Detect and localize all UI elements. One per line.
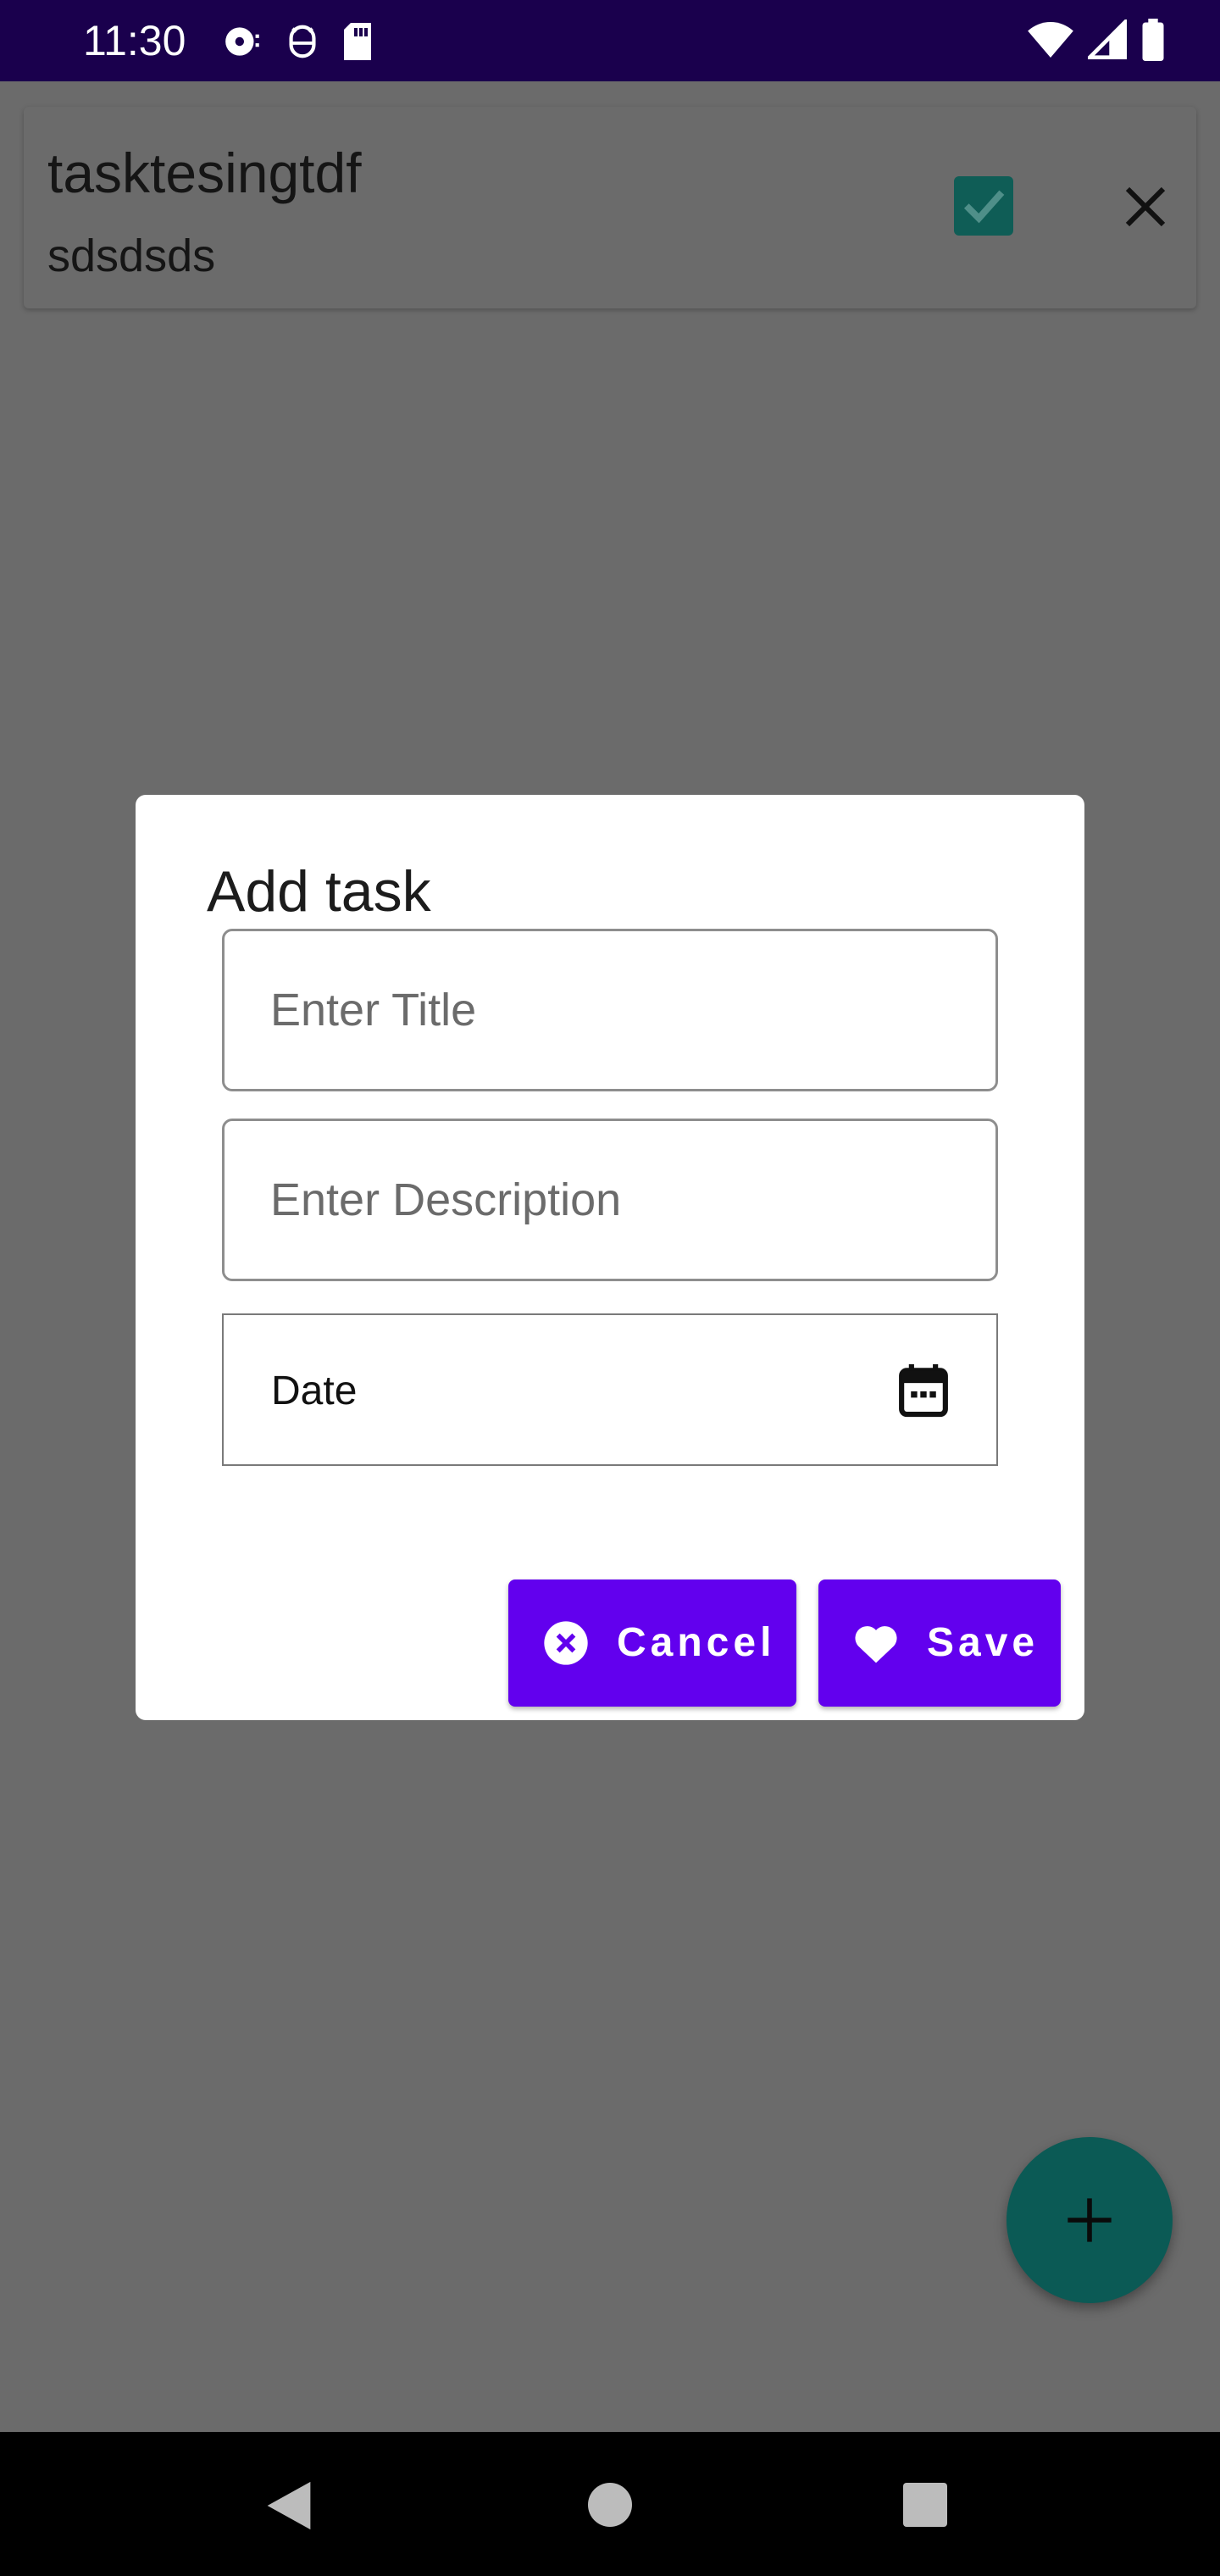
media-notification-icon <box>225 27 259 56</box>
dialog-title: Add task <box>207 859 431 924</box>
home-button[interactable] <box>588 2483 632 2527</box>
check-icon <box>963 190 1005 224</box>
description-field[interactable] <box>222 1119 998 1281</box>
status-icons-left <box>222 20 374 63</box>
title-input[interactable] <box>225 931 995 1089</box>
task-complete-checkbox[interactable] <box>954 176 1013 236</box>
usb-debug-icon <box>289 25 316 58</box>
status-icons-right <box>1027 19 1166 61</box>
delete-task-button[interactable] <box>1122 183 1169 230</box>
task-description: sdsdsds <box>47 230 216 281</box>
save-button-label: Save <box>927 1620 1040 1665</box>
date-label: Date <box>271 1368 358 1413</box>
status-time: 11:30 <box>83 17 186 64</box>
description-input[interactable] <box>225 1121 995 1279</box>
add-task-fab[interactable] <box>1006 2137 1173 2303</box>
cancel-button[interactable]: Cancel <box>508 1579 796 1707</box>
close-icon <box>1125 186 1166 227</box>
battery-icon <box>1142 19 1164 61</box>
status-bar: 11:30 <box>0 0 1220 81</box>
calendar-icon[interactable] <box>898 1364 949 1418</box>
heart-icon <box>852 1619 900 1667</box>
add-task-dialog: Add task Date Cancel Save <box>136 795 1084 1720</box>
task-card[interactable]: tasktesingtdf sdsdsds <box>24 107 1196 308</box>
recents-button[interactable] <box>903 2483 947 2527</box>
back-icon[interactable] <box>264 2479 313 2532</box>
task-title: tasktesingtdf <box>47 142 362 204</box>
cancel-circle-icon <box>542 1619 590 1667</box>
navigation-bar <box>0 2432 1220 2576</box>
sd-card-icon <box>344 23 371 60</box>
cancel-button-label: Cancel <box>617 1620 776 1665</box>
date-picker-field[interactable]: Date <box>222 1313 998 1466</box>
cell-signal-icon <box>1088 19 1127 59</box>
plus-icon <box>1068 2198 1112 2242</box>
wifi-icon <box>1028 22 1073 58</box>
title-field[interactable] <box>222 929 998 1091</box>
save-button[interactable]: Save <box>818 1579 1061 1707</box>
